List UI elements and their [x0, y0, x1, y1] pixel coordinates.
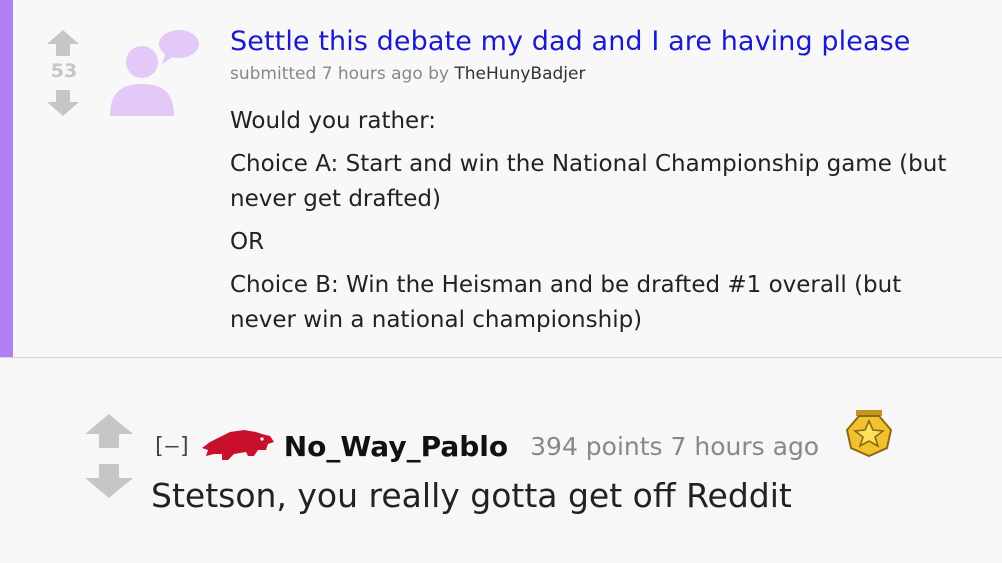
tagline-prefix: submitted 7 hours ago by: [230, 64, 449, 84]
post-body-line: Choice B: Win the Heisman and be drafted…: [230, 272, 902, 333]
comment-downvote-arrow-icon[interactable]: [84, 464, 134, 502]
post-container: 53 Settle this debate my dad and I are h…: [0, 0, 1002, 358]
post-title-link[interactable]: Settle this debate my dad and I are havi…: [230, 26, 910, 57]
post-accent-bar: [0, 0, 13, 357]
comment-body: Stetson, you really gotta get off Reddit: [151, 476, 792, 515]
upvote-arrow-icon[interactable]: [46, 30, 80, 56]
post-body-line: Would you rather:: [230, 108, 437, 134]
comment-upvote-arrow-icon[interactable]: [84, 414, 134, 452]
comment-author-link[interactable]: No_Way_Pablo: [284, 430, 508, 463]
downvote-arrow-icon[interactable]: [46, 90, 80, 116]
razorback-hog-icon: [200, 426, 276, 466]
comment-vote-column: [84, 414, 134, 502]
gold-star-award-icon[interactable]: [844, 408, 894, 462]
self-post-user-icon[interactable]: [104, 28, 200, 122]
post-body: Would you rather: Choice A: Start and wi…: [230, 104, 970, 346]
post-author-link[interactable]: TheHunyBadjer: [454, 64, 585, 84]
post-body-line: Choice A: Start and win the National Cha…: [230, 151, 947, 212]
post-score: 53: [50, 60, 78, 82]
post-tagline: submitted 7 hours ago by TheHunyBadjer: [230, 64, 585, 84]
comment-meta: 394 points 7 hours ago: [530, 431, 820, 461]
post-body-line: OR: [230, 229, 265, 255]
collapse-toggle[interactable]: [–]: [152, 434, 192, 459]
comment-header: [–] No_Way_Pablo 394 points 7 hours ago: [152, 424, 819, 468]
